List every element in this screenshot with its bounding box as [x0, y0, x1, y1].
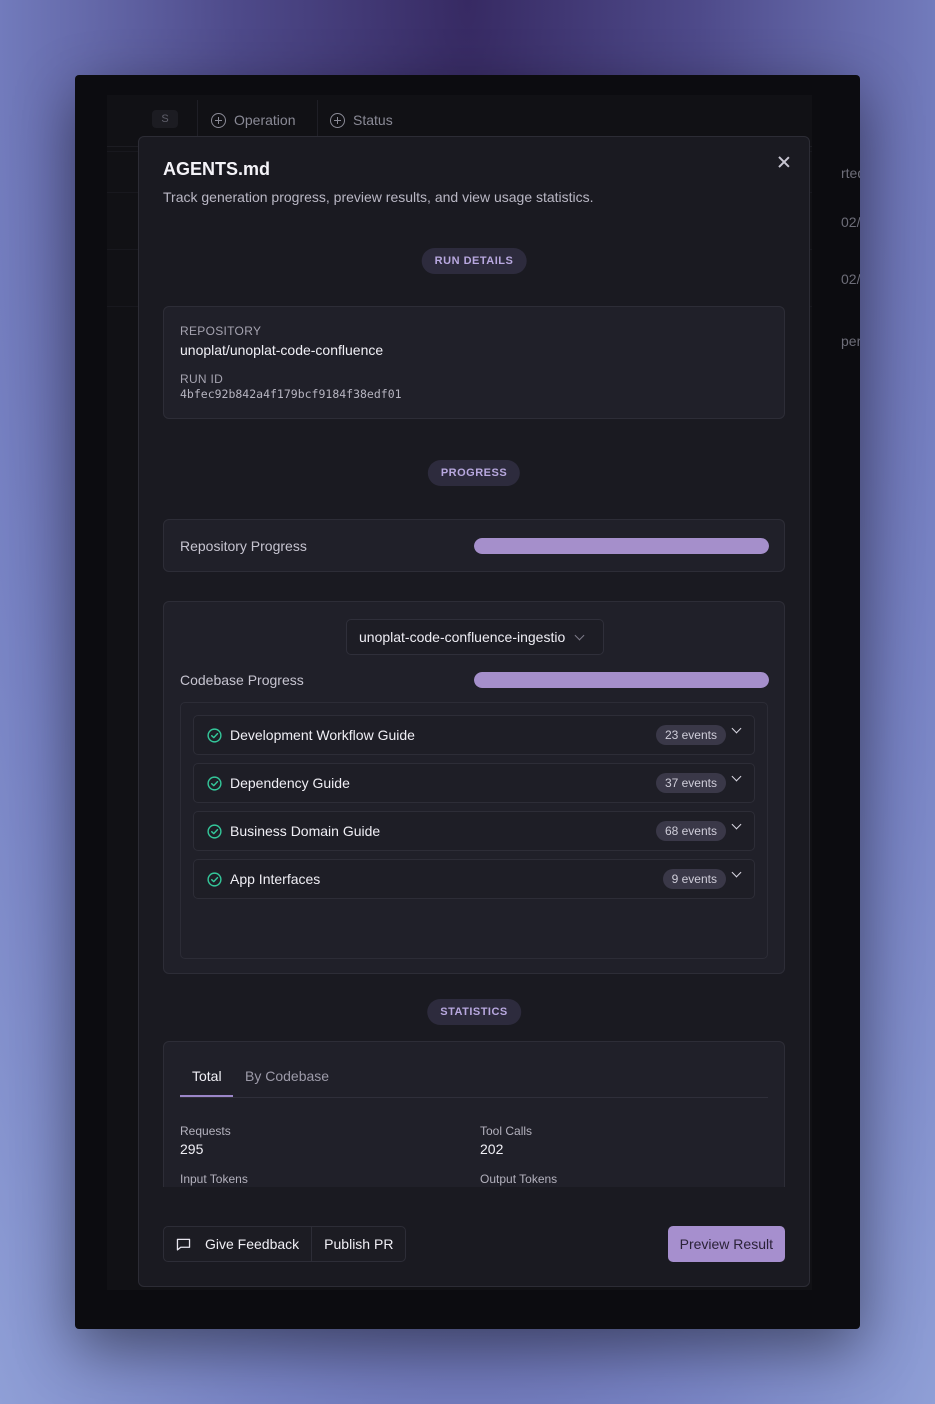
- tool-calls-value: 202: [480, 1141, 504, 1157]
- codebase-progress-label: Codebase Progress: [180, 672, 304, 688]
- repository-progress-fill: [474, 538, 769, 554]
- check-circle-icon: [207, 824, 222, 839]
- tab-by-codebase[interactable]: By Codebase: [245, 1068, 329, 1084]
- codebase-progress-card: unoplat-code-confluence-ingestio Codebas…: [163, 601, 785, 974]
- chevron-down-icon[interactable]: [731, 819, 742, 830]
- repository-progress-card: Repository Progress: [163, 519, 785, 572]
- requests-value: 295: [180, 1141, 204, 1157]
- statistics-scroll-area: Total By Codebase Requests 295 Tool Call…: [163, 1041, 785, 1187]
- close-icon[interactable]: [775, 153, 793, 171]
- task-item-app-interfaces[interactable]: App Interfaces 9 events: [193, 859, 755, 899]
- codebase-select-value: unoplat-code-confluence-ingestio: [359, 629, 566, 645]
- footer-action-group: Give Feedback Publish PR: [163, 1226, 407, 1262]
- task-name: App Interfaces: [230, 871, 321, 887]
- task-list: Development Workflow Guide 23 events Dep…: [180, 702, 768, 959]
- statistics-card: Total By Codebase Requests 295 Tool Call…: [163, 1041, 785, 1187]
- statistics-badge: STATISTICS: [427, 999, 521, 1025]
- background-cell: 02/2(: [841, 271, 860, 287]
- message-square-icon: [176, 1238, 191, 1251]
- give-feedback-button[interactable]: Give Feedback: [164, 1227, 311, 1261]
- app-window: S Operation Status rted 02/2( 02/2( per …: [75, 75, 860, 1329]
- filter-status-button[interactable]: Status: [330, 110, 393, 130]
- task-name: Development Workflow Guide: [230, 727, 415, 743]
- repository-progress-label: Repository Progress: [180, 538, 307, 554]
- preview-result-button[interactable]: Preview Result: [667, 1226, 785, 1262]
- filter-operation-label: Operation: [234, 112, 296, 128]
- chevron-down-icon[interactable]: [731, 771, 742, 782]
- events-count-badge: 9 events: [662, 869, 726, 889]
- filter-status-label: Status: [353, 112, 393, 128]
- background-chip: S: [152, 110, 178, 128]
- task-name: Business Domain Guide: [230, 823, 381, 839]
- input-tokens-label: Input Tokens: [180, 1172, 248, 1186]
- divider: [197, 100, 198, 140]
- publish-pr-label: Publish PR: [324, 1236, 394, 1252]
- requests-label: Requests: [180, 1124, 231, 1138]
- run-id-value: 4bfec92b842a4f179bcf9184f38edf01: [180, 387, 402, 401]
- codebase-progress-bar: [474, 672, 769, 688]
- tab-total[interactable]: Total: [192, 1068, 222, 1084]
- check-circle-icon: [207, 872, 222, 887]
- tool-calls-label: Tool Calls: [480, 1124, 533, 1138]
- background-cell: 02/2(: [841, 214, 860, 230]
- background-cell: per p: [841, 333, 860, 349]
- give-feedback-label: Give Feedback: [205, 1236, 300, 1252]
- check-circle-icon: [207, 728, 222, 743]
- output-tokens-label: Output Tokens: [480, 1172, 558, 1186]
- repository-progress-bar: [474, 538, 769, 554]
- repository-label: REPOSITORY: [180, 324, 262, 338]
- task-name: Dependency Guide: [230, 775, 350, 791]
- plus-circle-icon: [211, 112, 226, 128]
- events-count-badge: 68 events: [655, 821, 726, 841]
- chevron-down-icon: [574, 630, 585, 640]
- statistics-tabs: Total By Codebase: [180, 1062, 768, 1098]
- codebase-select[interactable]: unoplat-code-confluence-ingestio: [346, 619, 604, 655]
- active-tab-indicator: [180, 1095, 233, 1097]
- plus-circle-icon: [330, 112, 345, 128]
- dialog-title: AGENTS.md: [163, 159, 271, 179]
- run-details-card: REPOSITORY unoplat/unoplat-code-confluen…: [163, 306, 785, 419]
- task-item-development-workflow-guide[interactable]: Development Workflow Guide 23 events: [193, 715, 755, 755]
- background-column-header: rted: [841, 165, 860, 181]
- filter-operation-button[interactable]: Operation: [211, 110, 295, 130]
- divider: [317, 100, 318, 140]
- publish-pr-button[interactable]: Publish PR: [311, 1227, 405, 1261]
- dialog-subtitle: Track generation progress, preview resul…: [163, 189, 594, 205]
- task-item-business-domain-guide[interactable]: Business Domain Guide 68 events: [193, 811, 755, 851]
- events-count-badge: 23 events: [655, 725, 726, 745]
- repository-value: unoplat/unoplat-code-confluence: [180, 342, 384, 358]
- progress-badge: PROGRESS: [427, 460, 521, 486]
- chevron-down-icon[interactable]: [731, 867, 742, 878]
- codebase-progress-fill: [474, 672, 769, 688]
- chevron-down-icon[interactable]: [731, 723, 742, 734]
- run-details-badge: RUN DETAILS: [421, 248, 527, 274]
- events-count-badge: 37 events: [655, 773, 726, 793]
- check-circle-icon: [207, 776, 222, 791]
- agents-md-dialog: AGENTS.md Track generation progress, pre…: [138, 136, 810, 1287]
- run-id-label: RUN ID: [180, 372, 224, 386]
- task-item-dependency-guide[interactable]: Dependency Guide 37 events: [193, 763, 755, 803]
